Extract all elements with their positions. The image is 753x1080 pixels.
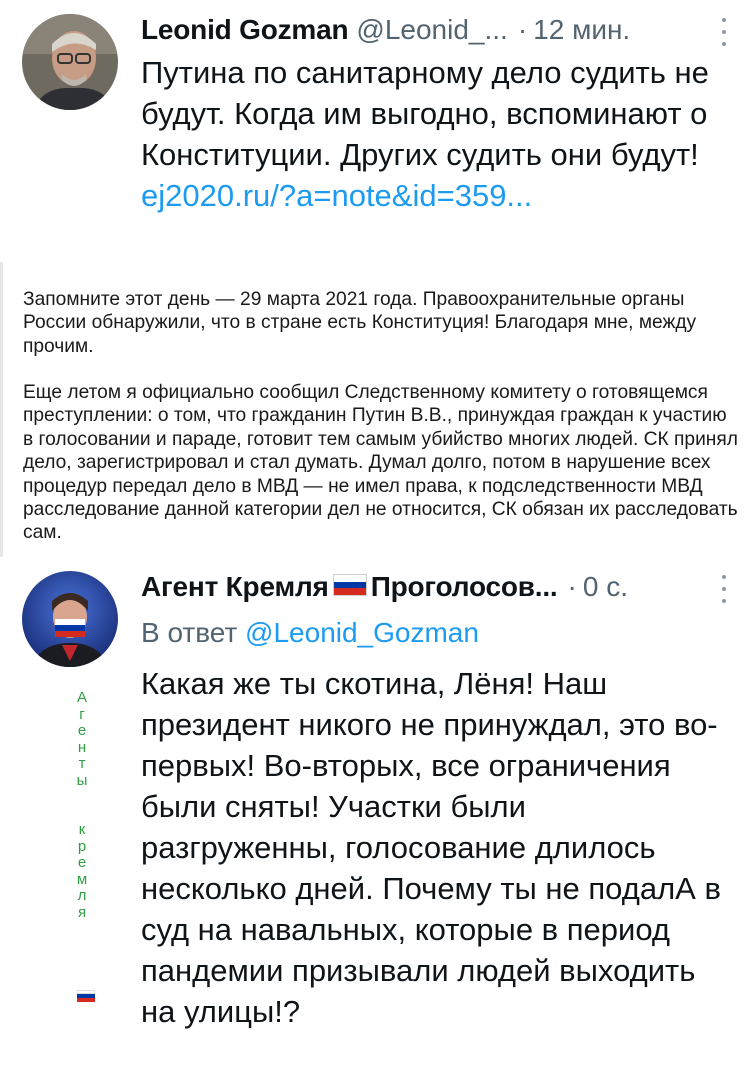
avatar-photo-gozman [22,14,118,110]
russia-flag-icon [332,574,367,596]
tweet-text: Какая же ты скотина, Лёня! Наш президент… [141,666,721,1029]
vertical-gutter-text: А г е н т ы к р е м л я [72,689,92,921]
tweet-header: Агент Кремля Проголосов... · 0 с. [141,571,727,603]
tweet-gozman[interactable]: Leonid Gozman @Leonid_... · 12 мин. Пути… [0,0,753,262]
gutter-letter: т [78,755,86,772]
gutter-letter: м [76,870,88,888]
gutter-letter: л [77,887,87,904]
timestamp[interactable]: 0 с. [583,571,628,603]
gutter-letter: н [77,738,87,756]
tweet-header: Leonid Gozman @Leonid_... · 12 мин. [141,14,727,46]
author-name[interactable]: Leonid Gozman [141,14,349,46]
tweet-reply[interactable]: Агент Кремля Проголосов... · 0 с. В отве… [0,557,753,1080]
reply-to-line: В ответ @Leonid_Gozman [141,617,479,649]
gutter-letter: р [77,837,87,855]
more-vertical-icon[interactable] [721,575,727,603]
timestamp[interactable]: 12 мин. [533,14,630,46]
gutter-spacer [72,789,92,822]
gutter-letter: г [79,705,85,723]
russia-flag-icon [77,990,95,1002]
reply-prefix: В ответ [141,617,238,648]
reply-mention[interactable]: @Leonid_Gozman [245,617,479,648]
twitter-thread: Leonid Gozman @Leonid_... · 12 мин. Пути… [0,0,753,1080]
article-paragraph-1: Запомните этот день — 29 марта 2021 года… [23,289,697,357]
gutter-letter: ы [76,771,88,789]
author-handle[interactable]: @Leonid_... [356,14,507,46]
separator-dot: · [567,571,577,602]
tweet-body: Путина по санитарному дело судить не буд… [141,55,709,172]
gutter-letter: е [77,722,87,739]
separator-dot: · [517,14,528,45]
author-name-part1[interactable]: Агент Кремля [141,571,329,603]
article-screenshot[interactable]: Запомните этот день — 29 марта 2021 года… [0,262,753,557]
more-vertical-icon[interactable] [721,18,727,46]
avatar-agent[interactable] [22,571,118,667]
tweet-text: Путина по санитарному дело судить не буд… [141,52,723,216]
gutter-letter: А [76,689,87,706]
article-paragraph-2: Еще летом я официально сообщил Следствен… [23,382,738,544]
author-name-part2[interactable]: Проголосов... [371,571,558,603]
gutter-letter: е [77,854,87,871]
gutter-letter: к [78,821,86,838]
avatar-gozman[interactable] [22,14,118,110]
avatar-photo-agent [22,571,118,667]
tweet-link[interactable]: ej2020.ru/?a=note&id=359... [141,178,532,213]
gutter-letter: я [77,903,87,921]
